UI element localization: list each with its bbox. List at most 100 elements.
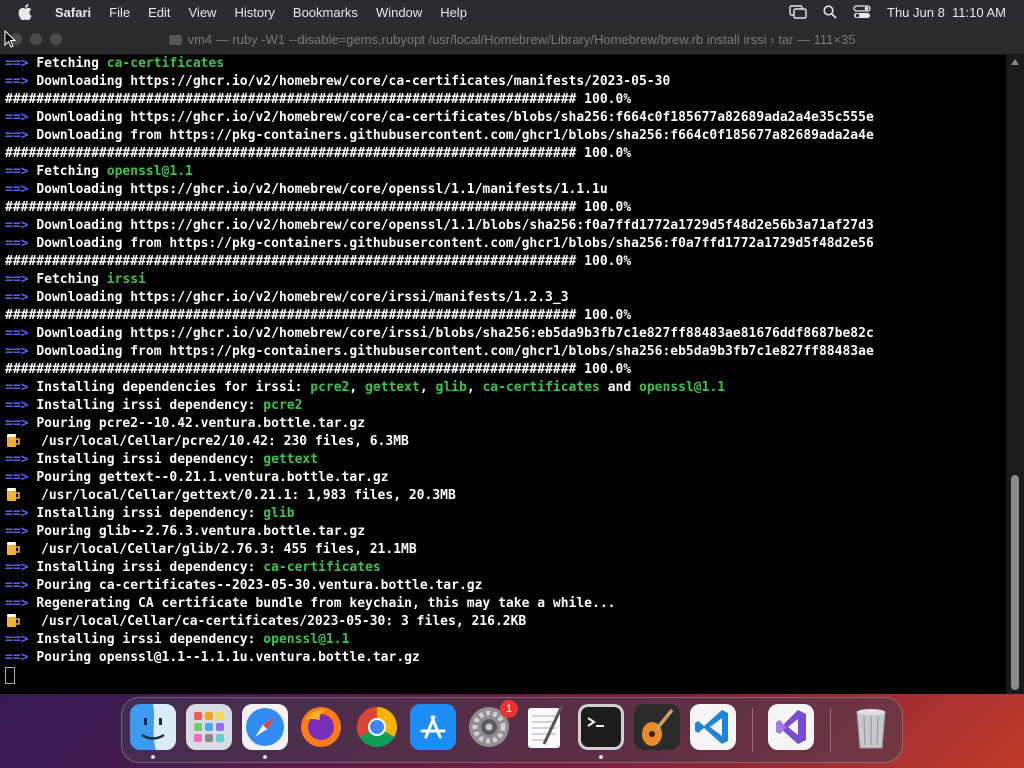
terminal-line [5, 667, 1006, 685]
menu-app-safari[interactable]: Safari [46, 5, 100, 20]
control-center-icon[interactable] [853, 5, 871, 19]
terminal-line: ==> Downloading from https://pkg-contain… [5, 127, 1006, 145]
dock-terminal[interactable] [578, 704, 624, 759]
package-name: openssl@1.1 [263, 632, 350, 647]
prompt-arrow: ==> [5, 416, 37, 431]
guitar-icon [634, 704, 680, 750]
menu-edit[interactable]: Edit [139, 5, 179, 20]
prompt-arrow: ==> [5, 326, 37, 341]
terminal-line: ==> Downloading https://ghcr.io/v2/homeb… [5, 181, 1006, 199]
menu-history[interactable]: History [225, 5, 283, 20]
terminal-line: ==> Installing irssi dependency: glib [5, 505, 1006, 523]
textedit-icon [528, 705, 564, 748]
line-text: Installing irssi dependency: [36, 560, 264, 575]
terminal-line: /usr/local/Cellar/ca-certificates/2023-0… [5, 613, 1006, 631]
line-text: ########################################… [5, 92, 632, 107]
dock-finder[interactable] [130, 704, 176, 759]
menu-window[interactable]: Window [367, 5, 431, 20]
line-text: Downloading https://ghcr.io/v2/homebrew/… [36, 326, 874, 341]
line-text: Installing irssi dependency: [36, 506, 264, 521]
package-name: glib [263, 506, 295, 521]
terminal-titlebar[interactable]: vm4 — ruby -W1 --disable=gems,rubyopt /u… [0, 24, 1024, 55]
prompt-arrow: ==> [5, 272, 37, 287]
terminal-line: ########################################… [5, 91, 1006, 109]
terminal-line: ==> Installing dependencies for irssi: p… [5, 379, 1006, 397]
dock-firefox[interactable] [298, 704, 344, 750]
package-name: pcre2 [263, 398, 303, 413]
prompt-arrow: ==> [5, 632, 37, 647]
beer-mug-icon [7, 434, 20, 447]
terminal-window: vm4 — ruby -W1 --disable=gems,rubyopt /u… [0, 24, 1024, 694]
prompt-arrow: ==> [5, 380, 37, 395]
prompt-arrow: ==> [5, 560, 37, 575]
prompt-arrow: ==> [5, 470, 37, 485]
line-text: Fetching [36, 164, 107, 179]
menu-help[interactable]: Help [431, 5, 476, 20]
terminal-line: ==> Pouring glib--2.76.3.ventura.bottle.… [5, 523, 1006, 541]
dock-chrome[interactable] [354, 704, 400, 750]
prompt-arrow: ==> [5, 524, 37, 539]
terminal-line: ==> Regenerating CA certificate bundle f… [5, 595, 1006, 613]
running-indicator [263, 755, 267, 759]
terminal-line: ==> Installing irssi dependency: pcre2 [5, 397, 1006, 415]
prompt-arrow: ==> [5, 110, 37, 125]
terminal-output[interactable]: ==> Fetching ca-certificates ==> Download… [0, 55, 1006, 694]
dock-separator [830, 708, 831, 752]
prompt-arrow: ==> [5, 344, 37, 359]
screen-mirror-icon[interactable] [789, 5, 807, 19]
package-name: openssl@1.1 [639, 380, 726, 395]
terminal-line: ==> Downloading https://ghcr.io/v2/homeb… [5, 325, 1006, 343]
menu-file[interactable]: File [100, 5, 139, 20]
terminal-line: ==> Downloading https://ghcr.io/v2/homeb… [5, 73, 1006, 91]
line-text: Installing irssi dependency: [36, 632, 264, 647]
line-text: Downloading from https://pkg-containers.… [36, 236, 874, 251]
dock-visual-studio[interactable] [768, 704, 814, 750]
prompt-arrow: ==> [5, 128, 37, 143]
line-text: , [349, 380, 366, 395]
beer-mug-icon [7, 614, 20, 627]
terminal-line: ==> Downloading from https://pkg-contain… [5, 235, 1006, 253]
apple-icon[interactable] [18, 4, 34, 20]
dock-textedit[interactable] [522, 704, 568, 750]
line-text: Downloading https://ghcr.io/v2/homebrew/… [36, 74, 671, 89]
terminal-line: ==> Pouring pcre2--10.42.ventura.bottle.… [5, 415, 1006, 433]
prompt-arrow: ==> [5, 74, 37, 89]
package-name: gettext [263, 452, 319, 467]
dock-trash[interactable] [848, 704, 894, 750]
terminal-line: ==> Installing irssi dependency: openssl… [5, 631, 1006, 649]
menu-bookmarks[interactable]: Bookmarks [284, 5, 367, 20]
line-text: Downloading from https://pkg-containers.… [36, 344, 874, 359]
terminal-line: ==> Fetching openssl@1.1 [5, 163, 1006, 181]
dock-safari[interactable] [242, 704, 288, 759]
terminal-line: ==> Downloading https://ghcr.io/v2/homeb… [5, 289, 1006, 307]
terminal-line: /usr/local/Cellar/gettext/0.21.1: 1,983 … [5, 487, 1006, 505]
menu-view[interactable]: View [180, 5, 226, 20]
line-text: Pouring openssl@1.1--1.1.1u.ventura.bott… [36, 650, 420, 665]
app-store-icon [410, 704, 456, 750]
dock-system-settings[interactable]: 1 [466, 700, 518, 750]
vertical-scrollbar[interactable] [1006, 55, 1024, 694]
dock-vscode[interactable] [690, 704, 736, 750]
dock-app-store[interactable] [410, 704, 456, 750]
terminal-line: ==> Downloading from https://pkg-contain… [5, 343, 1006, 361]
search-icon[interactable] [823, 5, 837, 19]
line-text: Pouring gettext--0.21.1.ventura.bottle.t… [36, 470, 389, 485]
beer-mug-icon [7, 488, 20, 501]
window-title: vm4 — ruby -W1 --disable=gems,rubyopt /u… [187, 31, 856, 47]
menu-clock[interactable]: Thu Jun 8 11:10 AM [887, 5, 1006, 20]
scrollbar-thumb[interactable] [1011, 475, 1019, 690]
safari-icon [242, 704, 288, 750]
terminal-line: ########################################… [5, 253, 1006, 271]
line-text: Regenerating CA certificate bundle from … [36, 596, 616, 611]
terminal-line: ==> Pouring ca-certificates--2023-05-30.… [5, 577, 1006, 595]
line-text: /usr/local/Cellar/glib/2.76.3: 455 files… [41, 542, 417, 557]
terminal-line: /usr/local/Cellar/pcre2/10.42: 230 files… [5, 433, 1006, 451]
line-text: ########################################… [5, 146, 632, 161]
prompt-arrow: ==> [5, 398, 37, 413]
line-text: Downloading from https://pkg-containers.… [36, 128, 874, 143]
dock-launchpad[interactable] [186, 704, 232, 750]
line-text: Pouring ca-certificates--2023-05-30.vent… [36, 578, 483, 593]
prompt-arrow: ==> [5, 218, 37, 233]
dock-garageband[interactable] [634, 704, 680, 750]
scroll-up-arrow-icon[interactable] [1011, 59, 1019, 65]
